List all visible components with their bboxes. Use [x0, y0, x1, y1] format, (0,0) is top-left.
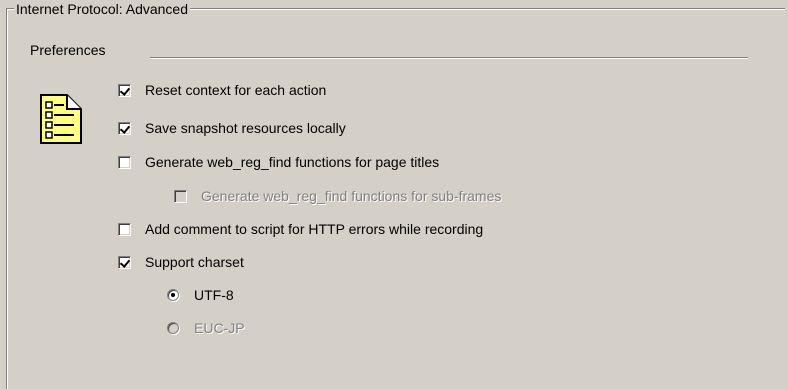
generate-page-titles-label[interactable]: Generate web_reg_find functions for page… [145, 154, 439, 170]
euc-jp-radio [167, 322, 179, 334]
add-comment-http-errors-checkbox[interactable] [118, 222, 131, 236]
support-charset-option[interactable]: Support charset [118, 252, 244, 272]
utf8-label[interactable]: UTF-8 [194, 287, 234, 303]
support-charset-checkbox[interactable] [118, 255, 131, 269]
generate-sub-frames-option: Generate web_reg_find functions for sub-… [174, 186, 501, 206]
save-snapshot-label[interactable]: Save snapshot resources locally [145, 120, 346, 136]
generate-page-titles-checkbox[interactable] [118, 155, 131, 169]
euc-jp-label: EUC-JP [194, 320, 245, 336]
group-title: Internet Protocol: Advanced [14, 1, 190, 17]
preferences-label: Preferences [30, 42, 106, 58]
euc-jp-option: EUC-JP [167, 318, 245, 338]
generate-sub-frames-label: Generate web_reg_find functions for sub-… [201, 188, 502, 204]
notepad-list-icon [39, 93, 83, 145]
add-comment-http-errors-option[interactable]: Add comment to script for HTTP errors wh… [118, 219, 483, 239]
reset-context-label[interactable]: Reset context for each action [145, 82, 326, 98]
reset-context-option[interactable]: Reset context for each action [118, 80, 326, 100]
support-charset-label[interactable]: Support charset [145, 254, 244, 270]
reset-context-checkbox[interactable] [118, 83, 131, 97]
save-snapshot-option[interactable]: Save snapshot resources locally [118, 118, 346, 138]
preferences-separator [150, 57, 748, 59]
add-comment-http-errors-label[interactable]: Add comment to script for HTTP errors wh… [145, 221, 483, 237]
utf8-option[interactable]: UTF-8 [167, 285, 234, 305]
generate-page-titles-option[interactable]: Generate web_reg_find functions for page… [118, 152, 439, 172]
save-snapshot-checkbox[interactable] [118, 121, 131, 135]
utf8-radio[interactable] [167, 289, 179, 301]
generate-sub-frames-checkbox [174, 189, 187, 203]
